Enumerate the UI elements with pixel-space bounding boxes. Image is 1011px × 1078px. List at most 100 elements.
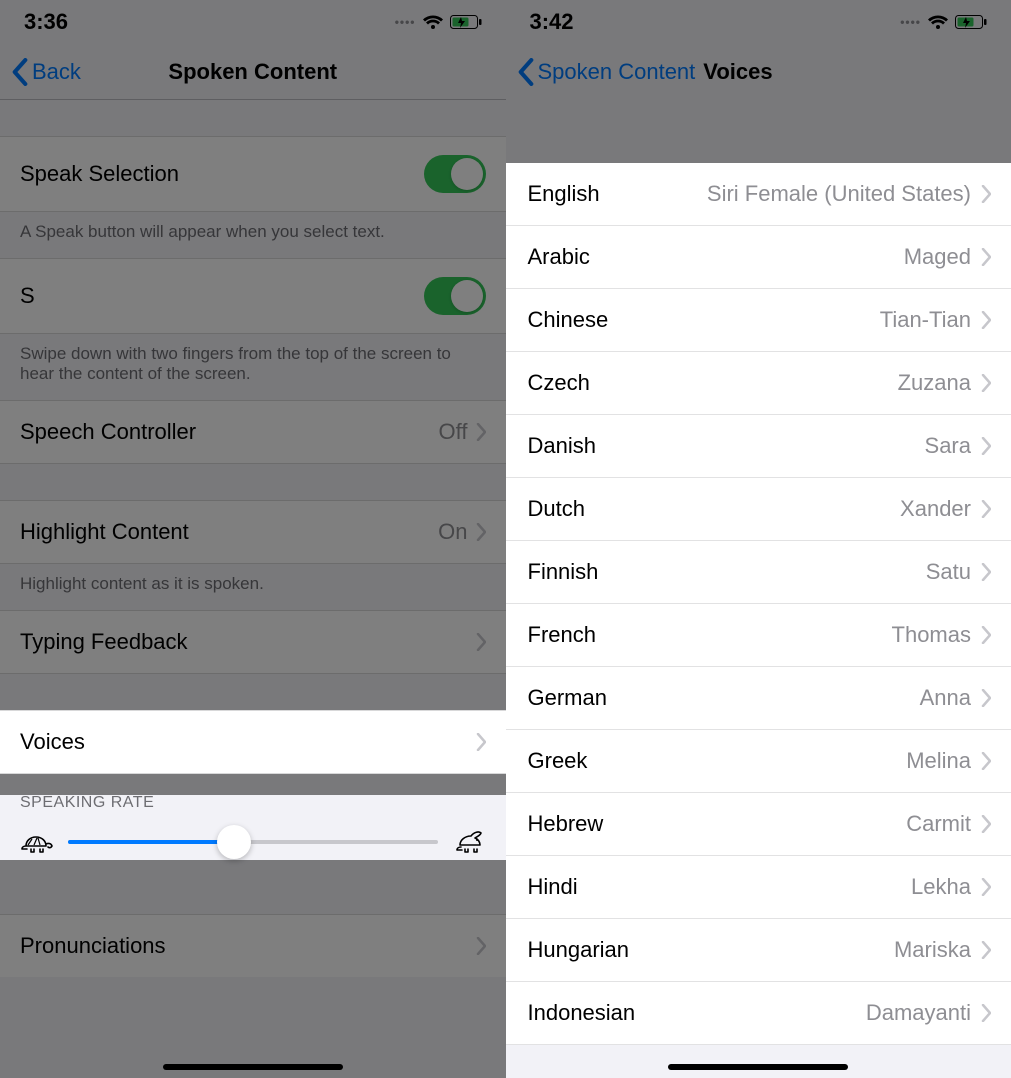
wifi-icon (927, 14, 949, 30)
voice-name: Thomas (892, 622, 971, 648)
voice-name: Siri Female (United States) (707, 181, 971, 207)
back-button[interactable]: Back (12, 58, 81, 86)
row-value: Off (439, 419, 468, 445)
voice-language: Indonesian (528, 1000, 636, 1026)
voice-row[interactable]: Finnish Satu (506, 541, 1011, 604)
turtle-icon (20, 830, 54, 854)
typing-feedback-row[interactable]: Typing Feedback (0, 610, 506, 674)
voice-language: German (528, 685, 607, 711)
voice-language: French (528, 622, 596, 648)
chevron-right-icon (476, 733, 486, 751)
chevron-right-icon (981, 311, 991, 329)
voice-row[interactable]: IndonesianDamayanti (506, 982, 1011, 1045)
status-icons: •••• (900, 14, 987, 30)
chevron-right-icon (981, 563, 991, 581)
nav-bar: Back Spoken Content (0, 44, 506, 100)
voice-name: Maged (904, 244, 971, 270)
voice-row[interactable]: Hebrew Carmit (506, 793, 1011, 856)
chevron-left-icon (518, 58, 534, 86)
voice-language: Greek (528, 748, 588, 774)
voice-language: Hebrew (528, 811, 604, 837)
nav-title: Spoken Content (168, 59, 337, 85)
status-icons: •••• (395, 14, 482, 30)
chevron-right-icon (981, 500, 991, 518)
voice-name: Mariska (894, 937, 971, 963)
speaking-rate-slider[interactable] (68, 840, 438, 844)
row-label: Typing Feedback (20, 629, 188, 655)
chevron-right-icon (981, 626, 991, 644)
slider-fill (68, 840, 234, 844)
speak-selection-row[interactable]: Speak Selection (0, 136, 506, 212)
voice-language: Hindi (528, 874, 578, 900)
speaking-rate-slider-row (0, 820, 506, 878)
chevron-right-icon (981, 1004, 991, 1022)
voice-name: Melina (906, 748, 971, 774)
voice-row[interactable]: French Thomas (506, 604, 1011, 667)
voice-row[interactable]: DanishSara (506, 415, 1011, 478)
chevron-right-icon (981, 941, 991, 959)
rabbit-icon (452, 830, 486, 854)
voice-language: Hungarian (528, 937, 630, 963)
voice-row[interactable]: German Anna (506, 667, 1011, 730)
voice-language: Danish (528, 433, 596, 459)
back-button[interactable]: Spoken Content (518, 58, 696, 86)
voice-row[interactable]: Chinese Tian-Tian (506, 289, 1011, 352)
home-indicator[interactable] (668, 1064, 848, 1070)
chevron-right-icon (476, 937, 486, 955)
voice-name: Tian-Tian (880, 307, 971, 333)
voice-row[interactable]: Arabic Maged (506, 226, 1011, 289)
chevron-right-icon (981, 248, 991, 266)
row-label: S (20, 283, 35, 309)
pronunciations-row[interactable]: Pronunciations (0, 914, 506, 977)
voice-language: Dutch (528, 496, 585, 522)
status-time: 3:36 (24, 9, 68, 35)
row-value: On (438, 519, 467, 545)
voice-row[interactable]: Czech Zuzana (506, 352, 1011, 415)
phone-spoken-content: 3:36 •••• Back Spoken Content Speak Sele… (0, 0, 506, 1078)
voice-row[interactable]: Greek Melina (506, 730, 1011, 793)
status-bar: 3:36 •••• (0, 0, 506, 44)
voice-language: Arabic (528, 244, 590, 270)
voice-row[interactable]: DutchXander (506, 478, 1011, 541)
row-label: Pronunciations (20, 933, 166, 959)
chevron-right-icon (981, 185, 991, 203)
status-bar: 3:42 •••• (506, 0, 1011, 44)
chevron-right-icon (981, 878, 991, 896)
voice-name: Satu (926, 559, 971, 585)
voice-name: Anna (920, 685, 971, 711)
back-label: Back (32, 59, 81, 85)
wifi-icon (422, 14, 444, 30)
chevron-left-icon (12, 58, 28, 86)
chevron-right-icon (981, 689, 991, 707)
voice-name: Carmit (906, 811, 971, 837)
nav-title: Voices (703, 59, 772, 85)
nav-bar: Spoken Content Voices (506, 44, 1011, 100)
status-time: 3:42 (530, 9, 574, 35)
speak-screen-footer: Swipe down with two fingers from the top… (0, 334, 506, 400)
chevron-right-icon (476, 523, 486, 541)
voice-row[interactable]: Hungarian Mariska (506, 919, 1011, 982)
speak-selection-toggle[interactable] (424, 155, 486, 193)
voice-language: Finnish (528, 559, 599, 585)
voice-name: Zuzana (898, 370, 971, 396)
battery-charging-icon (955, 14, 987, 30)
chevron-right-icon (981, 437, 991, 455)
home-indicator[interactable] (163, 1064, 343, 1070)
row-label: Speech Controller (20, 419, 196, 445)
voice-language: Czech (528, 370, 590, 396)
slider-thumb[interactable] (217, 825, 251, 859)
speak-screen-toggle[interactable] (424, 277, 486, 315)
voice-row[interactable]: HindiLekha (506, 856, 1011, 919)
voice-list[interactable]: EnglishSiri Female (United States)Arabic… (506, 163, 1011, 1045)
chevron-right-icon (981, 815, 991, 833)
speech-controller-row[interactable]: Speech Controller Off (0, 400, 506, 464)
highlight-content-row[interactable]: Highlight Content On (0, 500, 506, 564)
voice-language: Chinese (528, 307, 609, 333)
row-label: Highlight Content (20, 519, 189, 545)
speak-screen-row[interactable]: S (0, 258, 506, 334)
highlight-footer: Highlight content as it is spoken. (0, 564, 506, 610)
voices-row[interactable]: Voices (0, 710, 506, 774)
chevron-right-icon (476, 633, 486, 651)
chevron-right-icon (981, 374, 991, 392)
voice-row[interactable]: EnglishSiri Female (United States) (506, 163, 1011, 226)
